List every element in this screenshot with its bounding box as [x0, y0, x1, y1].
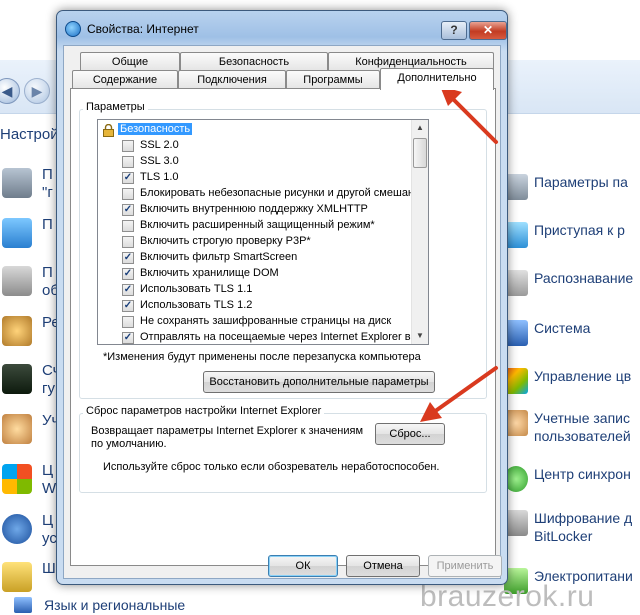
arrow-to-reset-button: [420, 366, 498, 422]
annotation-arrows: [420, 86, 498, 422]
tab-advanced[interactable]: Дополнительно: [380, 68, 494, 90]
arrow-to-advanced-tab: [440, 86, 498, 144]
